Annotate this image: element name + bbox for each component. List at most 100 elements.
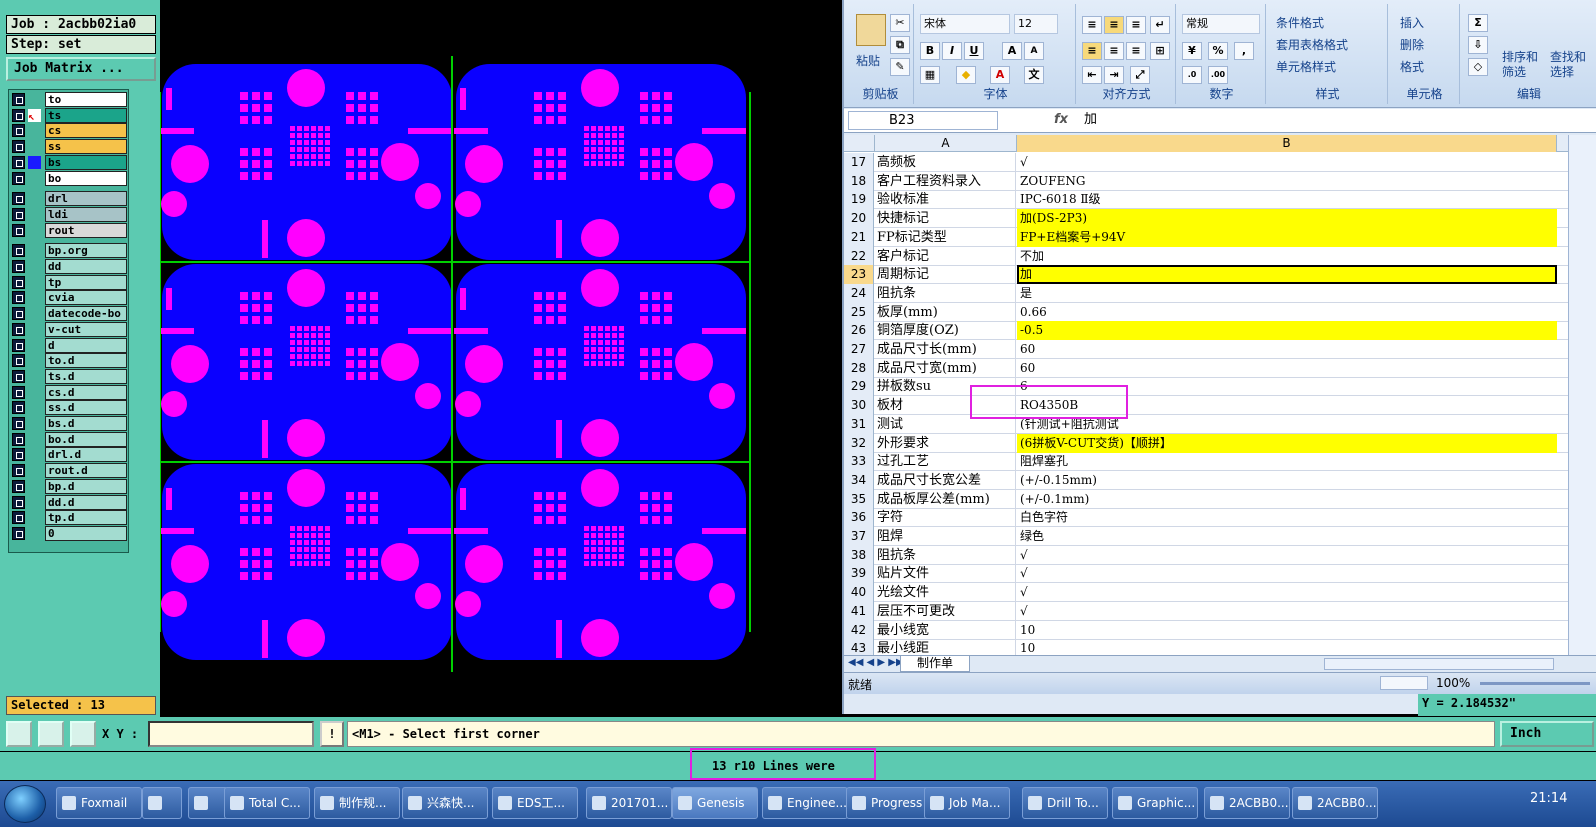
cell-b[interactable]: √ (1017, 153, 1557, 172)
clear-icon[interactable]: ◇ (1468, 58, 1488, 76)
layer-checkbox[interactable] (12, 207, 25, 221)
layer-checkbox[interactable] (12, 93, 25, 106)
taskbar-item[interactable]: 制作规... (314, 787, 400, 819)
grow-font-icon[interactable]: A (1002, 42, 1022, 60)
cell-a[interactable]: 客户标记 (875, 246, 1016, 266)
layer-checkbox[interactable] (12, 223, 25, 237)
cell-a[interactable]: 高频板 (875, 153, 1016, 172)
name-box[interactable]: B23 (848, 111, 998, 130)
grid-icon[interactable] (70, 721, 96, 747)
layer-checkbox[interactable] (12, 155, 25, 169)
layer-checkbox[interactable] (12, 401, 25, 415)
cell-b[interactable]: 加 (1017, 265, 1557, 285)
cell-a[interactable]: 阻抗条 (875, 545, 1016, 565)
paste-icon[interactable] (856, 14, 886, 46)
layer-name[interactable]: 0 (45, 525, 127, 541)
layer-name[interactable]: rout (45, 222, 127, 238)
row-number[interactable]: 26 (844, 321, 874, 341)
layer-name[interactable]: ts (45, 107, 127, 123)
cell-b[interactable]: (+/-0.1mm) (1017, 490, 1557, 509)
select-all-corner[interactable] (844, 135, 875, 152)
layer-checkbox[interactable] (12, 140, 25, 154)
cell-b[interactable]: 白色字符 (1017, 508, 1557, 527)
row-number[interactable]: 41 (844, 601, 874, 621)
taskbar-item[interactable]: Job Ma... (924, 787, 1010, 819)
layer-row[interactable]: drl (11, 191, 128, 207)
insert-button[interactable]: 插入 (1400, 14, 1424, 31)
row-number[interactable]: 24 (844, 283, 874, 303)
row-number[interactable]: 29 (844, 377, 874, 397)
layer-checkbox[interactable] (12, 479, 25, 493)
align-right-icon[interactable]: ≡ (1126, 42, 1146, 60)
row-number[interactable]: 25 (844, 302, 874, 322)
start-button[interactable] (4, 785, 46, 823)
cell-a[interactable]: FP标记类型 (875, 227, 1016, 247)
row-number[interactable]: 28 (844, 358, 874, 378)
layer-name[interactable]: drl (45, 191, 127, 207)
layer-name[interactable]: ldi (45, 206, 127, 222)
sort-filter-button[interactable]: 排序和 筛选 (1502, 50, 1538, 80)
cell-b[interactable]: 绿色 (1017, 527, 1557, 546)
job-matrix-button[interactable]: Job Matrix ... (6, 57, 156, 81)
number-format-select[interactable]: 常规 (1182, 14, 1260, 34)
row-number[interactable]: 19 (844, 190, 874, 210)
row-number[interactable]: 17 (844, 153, 874, 172)
xy-input[interactable] (148, 721, 314, 747)
cell-b[interactable]: FP+E档案号+94V (1017, 227, 1557, 247)
layer-checkbox[interactable] (12, 260, 25, 273)
layer-row[interactable]: bs (11, 154, 128, 170)
delete-button[interactable]: 删除 (1400, 36, 1424, 53)
row-number[interactable]: 30 (844, 396, 874, 416)
cell-a[interactable]: 板厚(mm) (875, 302, 1016, 322)
layer-row[interactable]: tp.d (11, 510, 128, 526)
cell-a[interactable]: 层压不可更改 (875, 601, 1016, 621)
layer-row[interactable]: rout.d (11, 463, 128, 479)
sheet-tab-zhizuodan[interactable]: 制作单 (900, 656, 970, 672)
increase-decimal-icon[interactable]: .0 (1182, 66, 1202, 84)
view-buttons-icon[interactable] (1380, 676, 1428, 690)
cell-a[interactable]: 客户工程资料录入 (875, 171, 1016, 191)
layer-row[interactable]: bp.d (11, 478, 128, 494)
layer-name[interactable]: ts.d (45, 368, 127, 384)
cell-b[interactable]: √ (1017, 564, 1557, 583)
align-top-icon[interactable]: ≡ (1082, 16, 1102, 34)
horizontal-scrollbar[interactable] (1324, 658, 1554, 670)
layer-row[interactable]: d (11, 337, 128, 353)
layer-name[interactable]: drl.d (45, 447, 127, 463)
layer-checkbox[interactable] (12, 275, 25, 289)
layer-row[interactable]: tp (11, 274, 128, 290)
cell-b[interactable]: √ (1017, 546, 1557, 565)
taskbar-item[interactable]: 2ACBB0... (1292, 787, 1378, 819)
taskbar-item[interactable]: Foxmail (56, 787, 142, 819)
layer-name[interactable]: cvia (45, 290, 127, 306)
cell-b[interactable]: (6拼板V-CUT交货)【顺拼】 (1017, 433, 1557, 453)
layer-checkbox[interactable] (12, 124, 25, 138)
layer-name[interactable]: tp.d (45, 510, 127, 526)
increase-indent-icon[interactable]: ⇥ (1104, 66, 1124, 84)
row-number[interactable]: 34 (844, 470, 874, 490)
layer-name[interactable]: bs (45, 154, 127, 170)
snap-icon[interactable] (6, 721, 32, 747)
layer-checkbox[interactable] (12, 171, 25, 185)
cell-a[interactable]: 成品尺寸长(mm) (875, 340, 1016, 359)
taskbar-item[interactable]: 2ACBB0... (1204, 787, 1290, 819)
taskbar-item[interactable] (142, 787, 182, 819)
layer-name[interactable]: bo (45, 170, 127, 186)
taskbar-item[interactable]: Enginee... (762, 787, 848, 819)
table-format-button[interactable]: 套用表格格式 (1276, 36, 1348, 53)
taskbar-item[interactable]: Progress (846, 787, 932, 819)
vertical-scrollbar[interactable] (1568, 135, 1596, 655)
find-select-button[interactable]: 查找和 选择 (1550, 50, 1586, 80)
cell-b[interactable]: √ (1017, 602, 1557, 621)
underline-icon[interactable]: U (964, 42, 984, 60)
cell-b[interactable]: (+/-0.15mm) (1017, 471, 1557, 490)
layer-row[interactable]: to.d (11, 353, 128, 369)
layer-name[interactable]: to.d (45, 353, 127, 369)
cell-a[interactable]: 过孔工艺 (875, 452, 1016, 472)
layer-checkbox[interactable] (12, 369, 25, 383)
layer-name[interactable]: datecode-bo (45, 306, 127, 322)
layer-checkbox[interactable] (12, 338, 25, 352)
layer-row[interactable]: v-cut (11, 321, 128, 337)
column-header-b[interactable]: B (1017, 135, 1557, 152)
row-number[interactable]: 20 (844, 209, 874, 229)
